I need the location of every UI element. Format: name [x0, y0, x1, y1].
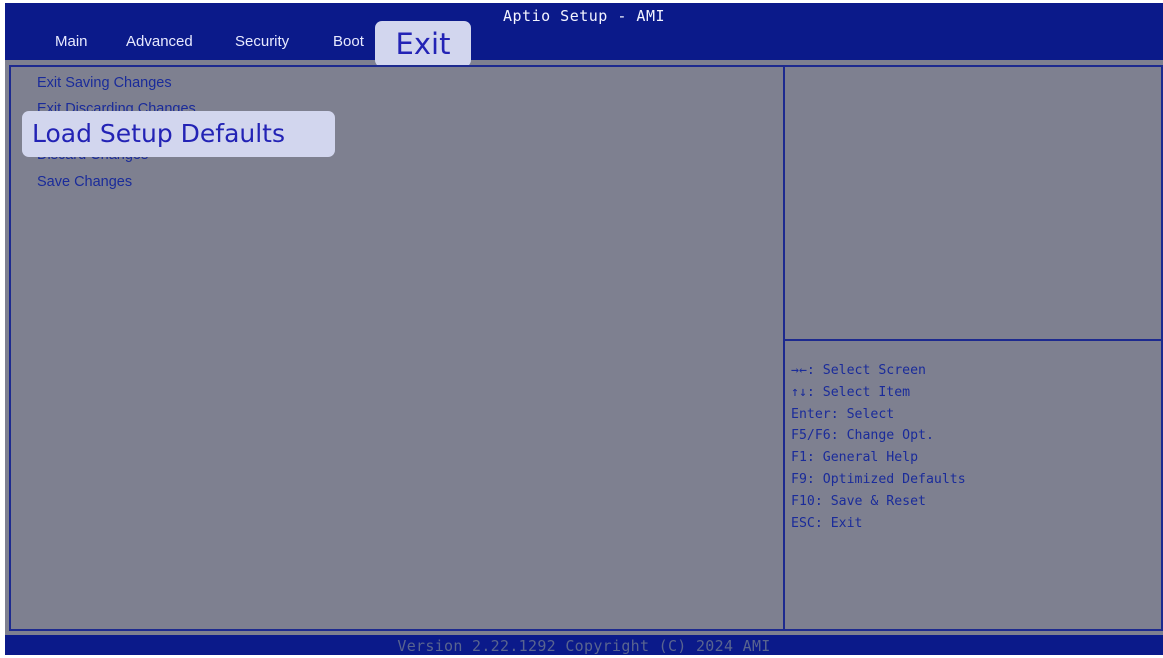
bios-setup-screen: Aptio Setup - AMI Main Advanced Security… [5, 3, 1163, 655]
top-bar: Aptio Setup - AMI Main Advanced Security… [5, 3, 1163, 60]
help-line-select-item: ↑↓: Select Item [791, 384, 911, 400]
menu-item-load-setup-defaults[interactable]: Load Setup Defaults [22, 111, 335, 157]
tab-advanced[interactable]: Advanced [126, 33, 193, 50]
tab-boot[interactable]: Boot [333, 33, 364, 50]
help-line-enter: Enter: Select [791, 406, 895, 422]
key-help-list: →←: Select Screen ↑↓: Select Item Enter:… [791, 360, 966, 534]
version-text: Version 2.22.1292 Copyright (C) 2024 AMI [397, 637, 771, 655]
help-line-save-reset: F10: Save & Reset [791, 493, 926, 509]
help-line-select-screen: →←: Select Screen [791, 363, 926, 378]
menu-item-save-changes[interactable]: Save Changes [37, 174, 132, 190]
tab-exit[interactable]: Exit [375, 21, 471, 67]
help-line-optimized-defaults: F9: Optimized Defaults [791, 471, 966, 487]
help-line-general-help: F1: General Help [791, 450, 919, 466]
footer-bar: Version 2.22.1292 Copyright (C) 2024 AMI [5, 635, 1163, 655]
app-title: Aptio Setup - AMI [502, 7, 666, 25]
help-line-esc-exit: ESC: Exit [791, 515, 863, 531]
tab-main[interactable]: Main [55, 33, 88, 50]
menu-item-exit-saving-changes[interactable]: Exit Saving Changes [37, 75, 172, 91]
tab-security[interactable]: Security [235, 33, 289, 50]
item-help-panel [783, 65, 1163, 341]
help-line-change-opt: F5/F6: Change Opt. [791, 428, 934, 444]
